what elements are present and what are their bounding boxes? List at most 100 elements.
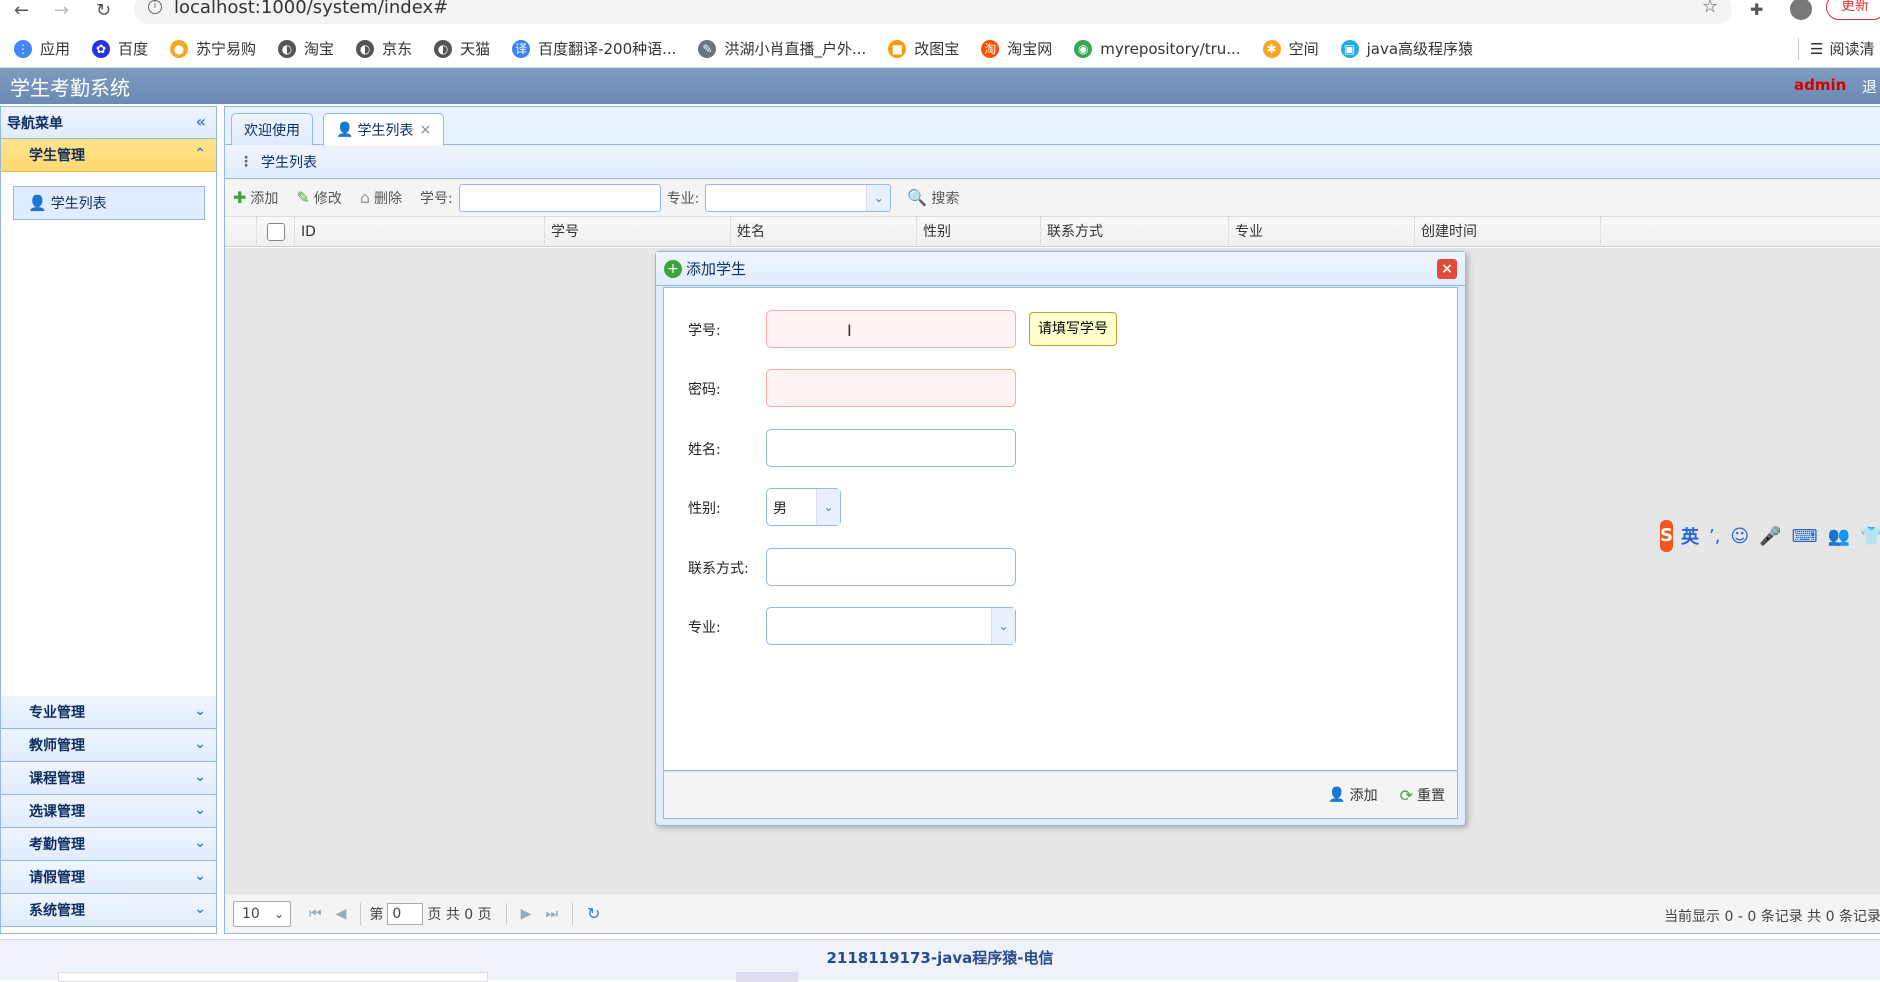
nav-item-student-list[interactable]: 👤 学生列表 (13, 186, 205, 220)
next-page-icon[interactable]: ▶ (521, 906, 532, 922)
logout-link[interactable]: 退 (1862, 76, 1877, 97)
page-size-select[interactable]: 10 ⌄ (233, 900, 291, 927)
nav-group-student[interactable]: 学生管理 ⌃ (1, 139, 216, 172)
grid-col-phone[interactable]: 联系方式 (1041, 217, 1229, 247)
nav-group-attendance[interactable]: 考勤管理 ⌄ (1, 828, 216, 861)
bookmark-label: 京东 (382, 40, 413, 58)
edit-button[interactable]: ✎ 修改 (296, 188, 341, 208)
page-number-input[interactable]: 0 (387, 902, 424, 925)
dialog-title: 添加学生 (686, 260, 747, 278)
bookmark-item[interactable]: ■ 改图宝 (888, 38, 959, 59)
select-all-checkbox[interactable] (267, 223, 285, 241)
search-button[interactable]: 🔍 搜索 (907, 188, 959, 208)
reload-icon[interactable]: ↻ (96, 0, 111, 21)
last-page-icon[interactable]: ⏭ (545, 906, 558, 922)
url-field[interactable]: i localhost:1000/system/index# ☆ (134, 0, 1732, 24)
add-button[interactable]: ✚ 添加 (233, 188, 278, 208)
extensions-icon[interactable]: ✚ (1750, 0, 1763, 19)
browser-address-bar: ← → ↻ i localhost:1000/system/index# ☆ ✚… (0, 0, 1880, 30)
form-row-major: 专业: ⌄ (664, 607, 1459, 647)
grid-col-created[interactable]: 创建时间 (1415, 217, 1601, 247)
sn-input[interactable]: I (766, 310, 1016, 348)
grid-row-number-col (225, 217, 257, 247)
delete-label: 删除 (373, 190, 402, 207)
close-icon[interactable]: × (419, 122, 431, 138)
nav-group-leave[interactable]: 请假管理 ⌄ (1, 861, 216, 894)
delete-button[interactable]: ⌂ 删除 (360, 188, 402, 208)
major-filter-select[interactable]: ⌄ (705, 183, 892, 212)
collapse-icon[interactable]: « (196, 112, 206, 131)
bookmark-item[interactable]: ◐ 淘宝 (278, 38, 334, 59)
user-icon: 👤 (28, 194, 47, 212)
emoji-icon[interactable]: ☺ (1730, 526, 1749, 547)
grid-col-sn[interactable]: 学号 (545, 217, 731, 247)
grid-col-name[interactable]: 姓名 (731, 217, 917, 247)
phone-input[interactable] (766, 548, 1016, 586)
nav-group-major[interactable]: 专业管理 ⌄ (1, 696, 216, 729)
dialog-close-button[interactable]: × (1437, 259, 1457, 279)
bookmark-item[interactable]: ✱ 空间 (1262, 38, 1319, 59)
validation-tooltip: 请填写学号 (1029, 312, 1117, 346)
dialog-add-button[interactable]: 👤 添加 (1328, 785, 1377, 805)
bookmark-item[interactable]: ◐ 天猫 (434, 38, 490, 59)
nav-group-selection[interactable]: 选课管理 ⌄ (1, 795, 216, 828)
field-label: 学号: (688, 323, 721, 339)
grid-col-gender[interactable]: 性别 (917, 217, 1041, 247)
form-row-phone: 联系方式: (664, 548, 1459, 588)
grid-col-id[interactable]: ID (295, 217, 545, 247)
punctuation-icon[interactable]: ’, (1709, 526, 1720, 547)
back-icon[interactable]: ← (14, 0, 29, 21)
star-icon[interactable]: ☆ (1702, 0, 1718, 17)
chevron-down-icon: ⌄ (866, 184, 891, 211)
bookmark-label: 应用 (40, 40, 71, 58)
prev-page-icon[interactable]: ◀ (336, 906, 347, 922)
major-filter-label: 专业: (666, 190, 700, 207)
nav-group-label: 学生管理 (29, 148, 85, 164)
bookmark-divider (1798, 38, 1799, 60)
update-button[interactable]: 更新 (1826, 0, 1880, 20)
bookmark-item[interactable]: ◉ myrepository/tru... (1074, 39, 1241, 58)
refresh-icon[interactable]: ↻ (587, 904, 600, 923)
user-icon[interactable]: 👥 (1828, 526, 1850, 547)
dialog-title-bar: + 添加学生 × (656, 252, 1465, 286)
dialog-reset-button[interactable]: ⟳ 重置 (1400, 785, 1445, 805)
globe-icon: ◐ (356, 39, 375, 58)
nav-group-system[interactable]: 系统管理 ⌄ (1, 894, 216, 927)
gender-select[interactable]: 男 ⌄ (766, 488, 841, 526)
skin-icon[interactable]: 👕 (1860, 526, 1880, 547)
search-label: 搜索 (931, 190, 960, 207)
panel-title: 学生列表 (261, 154, 317, 171)
apps-icon: ⋮ (14, 39, 32, 58)
app-header: 学生考勤系统 admin 退 (0, 68, 1880, 104)
keyboard-icon[interactable]: ⌨ (1792, 526, 1818, 547)
sn-filter-input[interactable] (458, 183, 661, 212)
tab-welcome[interactable]: 欢迎使用 (231, 113, 313, 145)
tab-student-list[interactable]: 👤 学生列表 × (323, 113, 445, 146)
bookmark-item[interactable]: ▣ java高级程序猿 (1340, 38, 1473, 59)
bookmark-item[interactable]: ✎ 洪湖小肖直播_户外... (698, 38, 866, 59)
bookmark-item[interactable]: ⋮ 应用 (14, 38, 70, 59)
bookmark-item[interactable]: ◐ 京东 (356, 38, 412, 59)
name-input[interactable] (766, 429, 1016, 467)
bookmark-item[interactable]: ● 苏宁易购 (170, 38, 256, 59)
forward-icon[interactable]: → (54, 0, 69, 21)
sn-filter-label: 学号: (419, 190, 453, 207)
grid-col-major[interactable]: 专业 (1229, 217, 1415, 247)
sogou-logo-icon[interactable]: S (1660, 520, 1673, 552)
info-icon[interactable]: i (148, 0, 162, 14)
tab-bar: 欢迎使用 👤 学生列表 × (225, 107, 1880, 146)
globe-icon: ◐ (278, 39, 297, 58)
nav-group-teacher[interactable]: 教师管理 ⌄ (1, 729, 216, 762)
password-input[interactable] (766, 369, 1016, 407)
reading-list[interactable]: ☰ 阅读清 (1810, 38, 1874, 59)
bookmark-label: 空间 (1288, 40, 1319, 58)
bookmark-item[interactable]: 淘淘宝网 (981, 38, 1052, 59)
ime-lang-toggle[interactable]: 英 (1681, 523, 1699, 549)
bookmark-item[interactable]: ✿ 百度 (92, 38, 148, 59)
profile-icon[interactable] (1790, 0, 1812, 20)
first-page-icon[interactable]: ⏮ (309, 906, 322, 922)
nav-group-course[interactable]: 课程管理 ⌄ (1, 762, 216, 795)
major-select[interactable]: ⌄ (766, 607, 1016, 645)
microphone-icon[interactable]: 🎤 (1759, 526, 1781, 547)
bookmark-item[interactable]: 译百度翻译-200种语... (512, 38, 676, 59)
